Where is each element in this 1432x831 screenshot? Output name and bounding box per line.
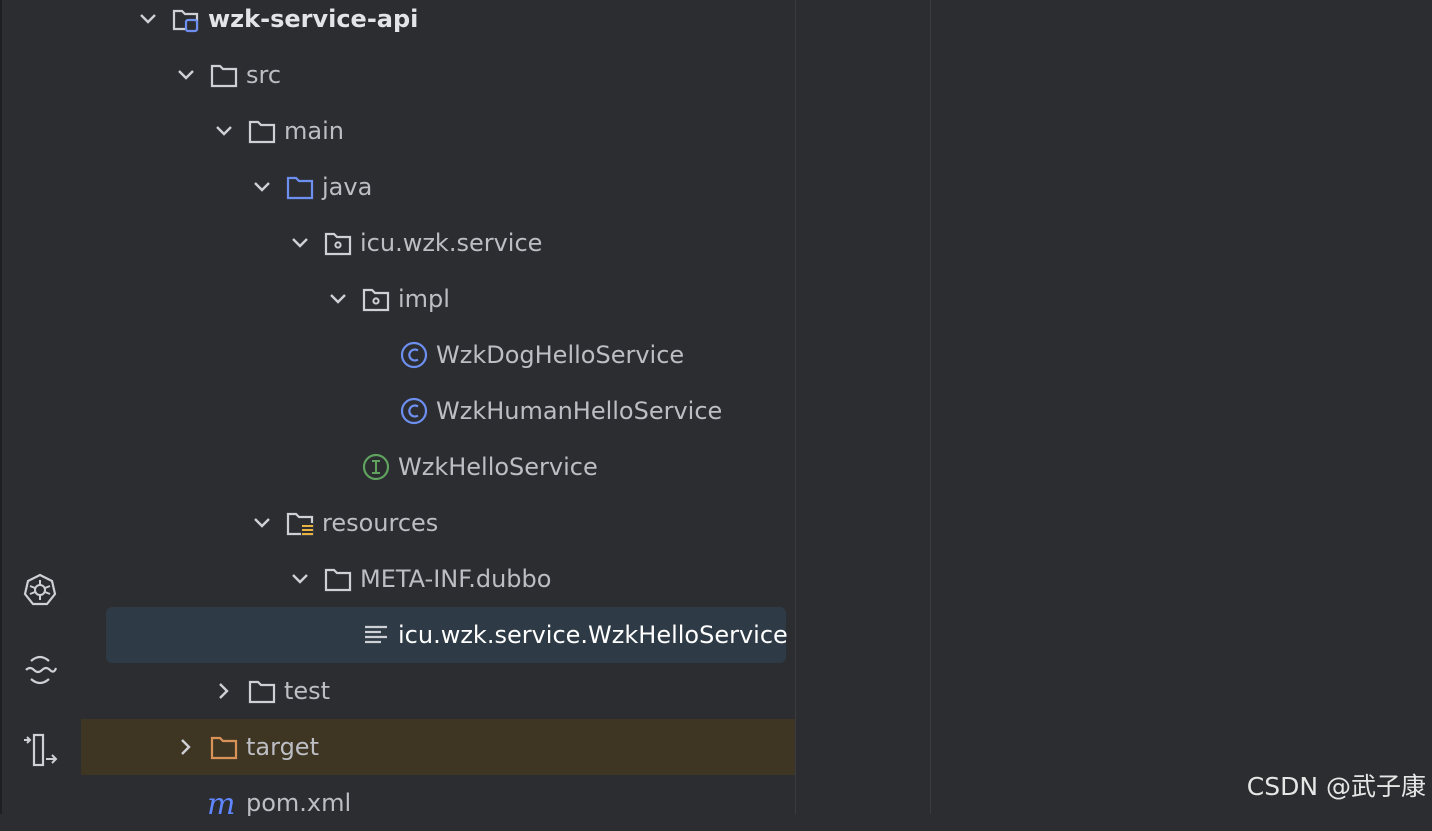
- tree-row-main[interactable]: main: [81, 103, 795, 159]
- chevron-down-icon[interactable]: [251, 176, 273, 198]
- tree-row-java[interactable]: java: [81, 159, 795, 215]
- tree-row-impl[interactable]: impl: [81, 271, 795, 327]
- tree-node-label: WzkHumanHelloService: [436, 397, 723, 425]
- tree-node-label: META-INF.dubbo: [360, 565, 552, 593]
- project-tree: wzk-service-api src main java icu.wzk.se…: [81, 0, 795, 818]
- module-folder-icon: [172, 9, 199, 33]
- package-icon: [324, 232, 352, 256]
- folder-icon: [248, 680, 276, 704]
- source-root-folder-icon: [286, 176, 314, 200]
- excluded-folder-icon: [210, 736, 238, 760]
- tree-node-label: icu.wzk.service: [360, 229, 543, 257]
- side-panel: [796, 0, 930, 814]
- tree-row-wzkhumanhelloservice[interactable]: WzkHumanHelloService: [81, 383, 795, 439]
- tree-row-test[interactable]: test: [81, 663, 795, 719]
- tool-window-strip: [0, 0, 81, 814]
- tree-node-label: main: [284, 117, 344, 145]
- text-file-icon: [365, 625, 387, 644]
- resources-folder-icon: [286, 512, 314, 536]
- folder-icon: [248, 120, 276, 144]
- folder-icon: [210, 64, 238, 88]
- chevron-down-icon[interactable]: [137, 8, 159, 30]
- watermark: CSDN @武子康: [1246, 772, 1426, 801]
- tree-node-label: src: [246, 61, 282, 89]
- tree-node-label: pom.xml: [246, 789, 352, 817]
- tree-row-pom-xml[interactable]: m pom.xml: [81, 775, 795, 831]
- tree-node-label: resources: [322, 509, 439, 537]
- tree-row-wzkdoghelloservice[interactable]: WzkDogHelloService: [81, 327, 795, 383]
- package-icon: [362, 288, 390, 312]
- class-icon: [400, 341, 428, 369]
- chevron-down-icon[interactable]: [289, 232, 311, 254]
- tree-node-label: test: [284, 677, 331, 705]
- tree-node-label: impl: [398, 285, 450, 313]
- tree-node-label: icu.wzk.service.WzkHelloService: [398, 621, 788, 649]
- chevron-down-icon[interactable]: [213, 120, 235, 142]
- chevron-right-icon[interactable]: [175, 736, 197, 758]
- tree-row-wzkhelloservice[interactable]: WzkHelloService: [81, 439, 795, 495]
- tree-row-wzk-service-api[interactable]: wzk-service-api: [81, 0, 795, 47]
- editor-area: [931, 0, 1432, 814]
- tree-row-target[interactable]: target: [81, 719, 795, 775]
- tree-row-selected-file[interactable]: icu.wzk.service.WzkHelloService: [81, 607, 795, 663]
- structure-arrow-icon[interactable]: [20, 730, 60, 770]
- tree-row-icu-wzk-service[interactable]: icu.wzk.service: [81, 215, 795, 271]
- tree-row-meta-inf-dubbo[interactable]: META-INF.dubbo: [81, 551, 795, 607]
- chevron-down-icon[interactable]: [289, 568, 311, 590]
- class-icon: [400, 397, 428, 425]
- tree-node-label: WzkHelloService: [398, 453, 598, 481]
- tree-node-label: target: [246, 733, 319, 761]
- tree-row-resources[interactable]: resources: [81, 495, 795, 551]
- folder-icon: [324, 568, 352, 592]
- tree-node-label: wzk-service-api: [208, 5, 419, 33]
- sync-wave-icon[interactable]: [20, 650, 60, 690]
- interface-icon: [362, 453, 390, 481]
- tree-node-label: WzkDogHelloService: [436, 341, 685, 369]
- tree-node-label: java: [322, 173, 373, 201]
- tree-row-src[interactable]: src: [81, 47, 795, 103]
- chevron-down-icon[interactable]: [327, 288, 349, 310]
- chevron-down-icon[interactable]: [251, 512, 273, 534]
- kubernetes-icon[interactable]: [20, 570, 60, 610]
- chevron-right-icon[interactable]: [213, 680, 235, 702]
- chevron-down-icon[interactable]: [175, 64, 197, 86]
